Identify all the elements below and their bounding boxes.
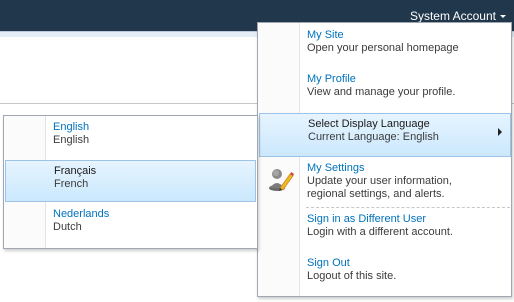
menu-item-title: Select Display Language [308,118,430,130]
language-name: Français [54,165,97,177]
menu-item-select-display-language[interactable]: Select Display Language Current Language… [259,113,511,157]
language-item-nederlands[interactable]: Nederlands Dutch [5,204,256,246]
language-item-francais[interactable]: Français French [5,160,256,202]
menu-item-description: Current Language: English [308,131,439,143]
menu-item-title: Sign Out [307,257,350,269]
user-settings-icon [269,169,294,191]
chevron-down-icon [500,15,506,18]
menu-item-title: Sign in as Different User [307,213,427,225]
submenu-arrow-icon [498,128,502,136]
language-name: English [53,121,90,133]
menu-item-my-settings[interactable]: My Settings Update your user information… [259,159,511,209]
account-dropdown-menu: My Site Open your personal homepage My P… [257,22,512,297]
menu-separator [306,207,510,208]
language-english-name: Dutch [53,221,82,233]
menu-item-sign-in-different-user[interactable]: Sign in as Different User Login with a d… [259,210,511,250]
language-item-english[interactable]: English English [5,117,256,159]
menu-item-description: Login with a different account. [307,226,453,238]
account-name: System Account [409,8,496,23]
menu-item-description: View and manage your profile. [307,86,456,98]
menu-item-description-line-2: regional settings, and alerts. [307,188,445,200]
menu-item-sign-out[interactable]: Sign Out Logout of this site. [259,254,511,294]
menu-item-my-site[interactable]: My Site Open your personal homepage [259,26,511,66]
language-name: Nederlands [53,208,110,220]
menu-item-description: Logout of this site. [307,270,397,282]
menu-item-description-line-1: Update your user information, [307,175,452,187]
menu-item-title: My Profile [307,73,356,85]
language-english-name: English [53,134,90,146]
language-english-name: French [54,178,89,190]
menu-item-description: Open your personal homepage [307,42,459,54]
menu-item-title: My Settings [307,162,365,174]
menu-item-my-profile[interactable]: My Profile View and manage your profile. [259,70,511,110]
language-submenu: English English Français French Nederlan… [3,115,258,249]
menu-item-title: My Site [307,29,344,41]
